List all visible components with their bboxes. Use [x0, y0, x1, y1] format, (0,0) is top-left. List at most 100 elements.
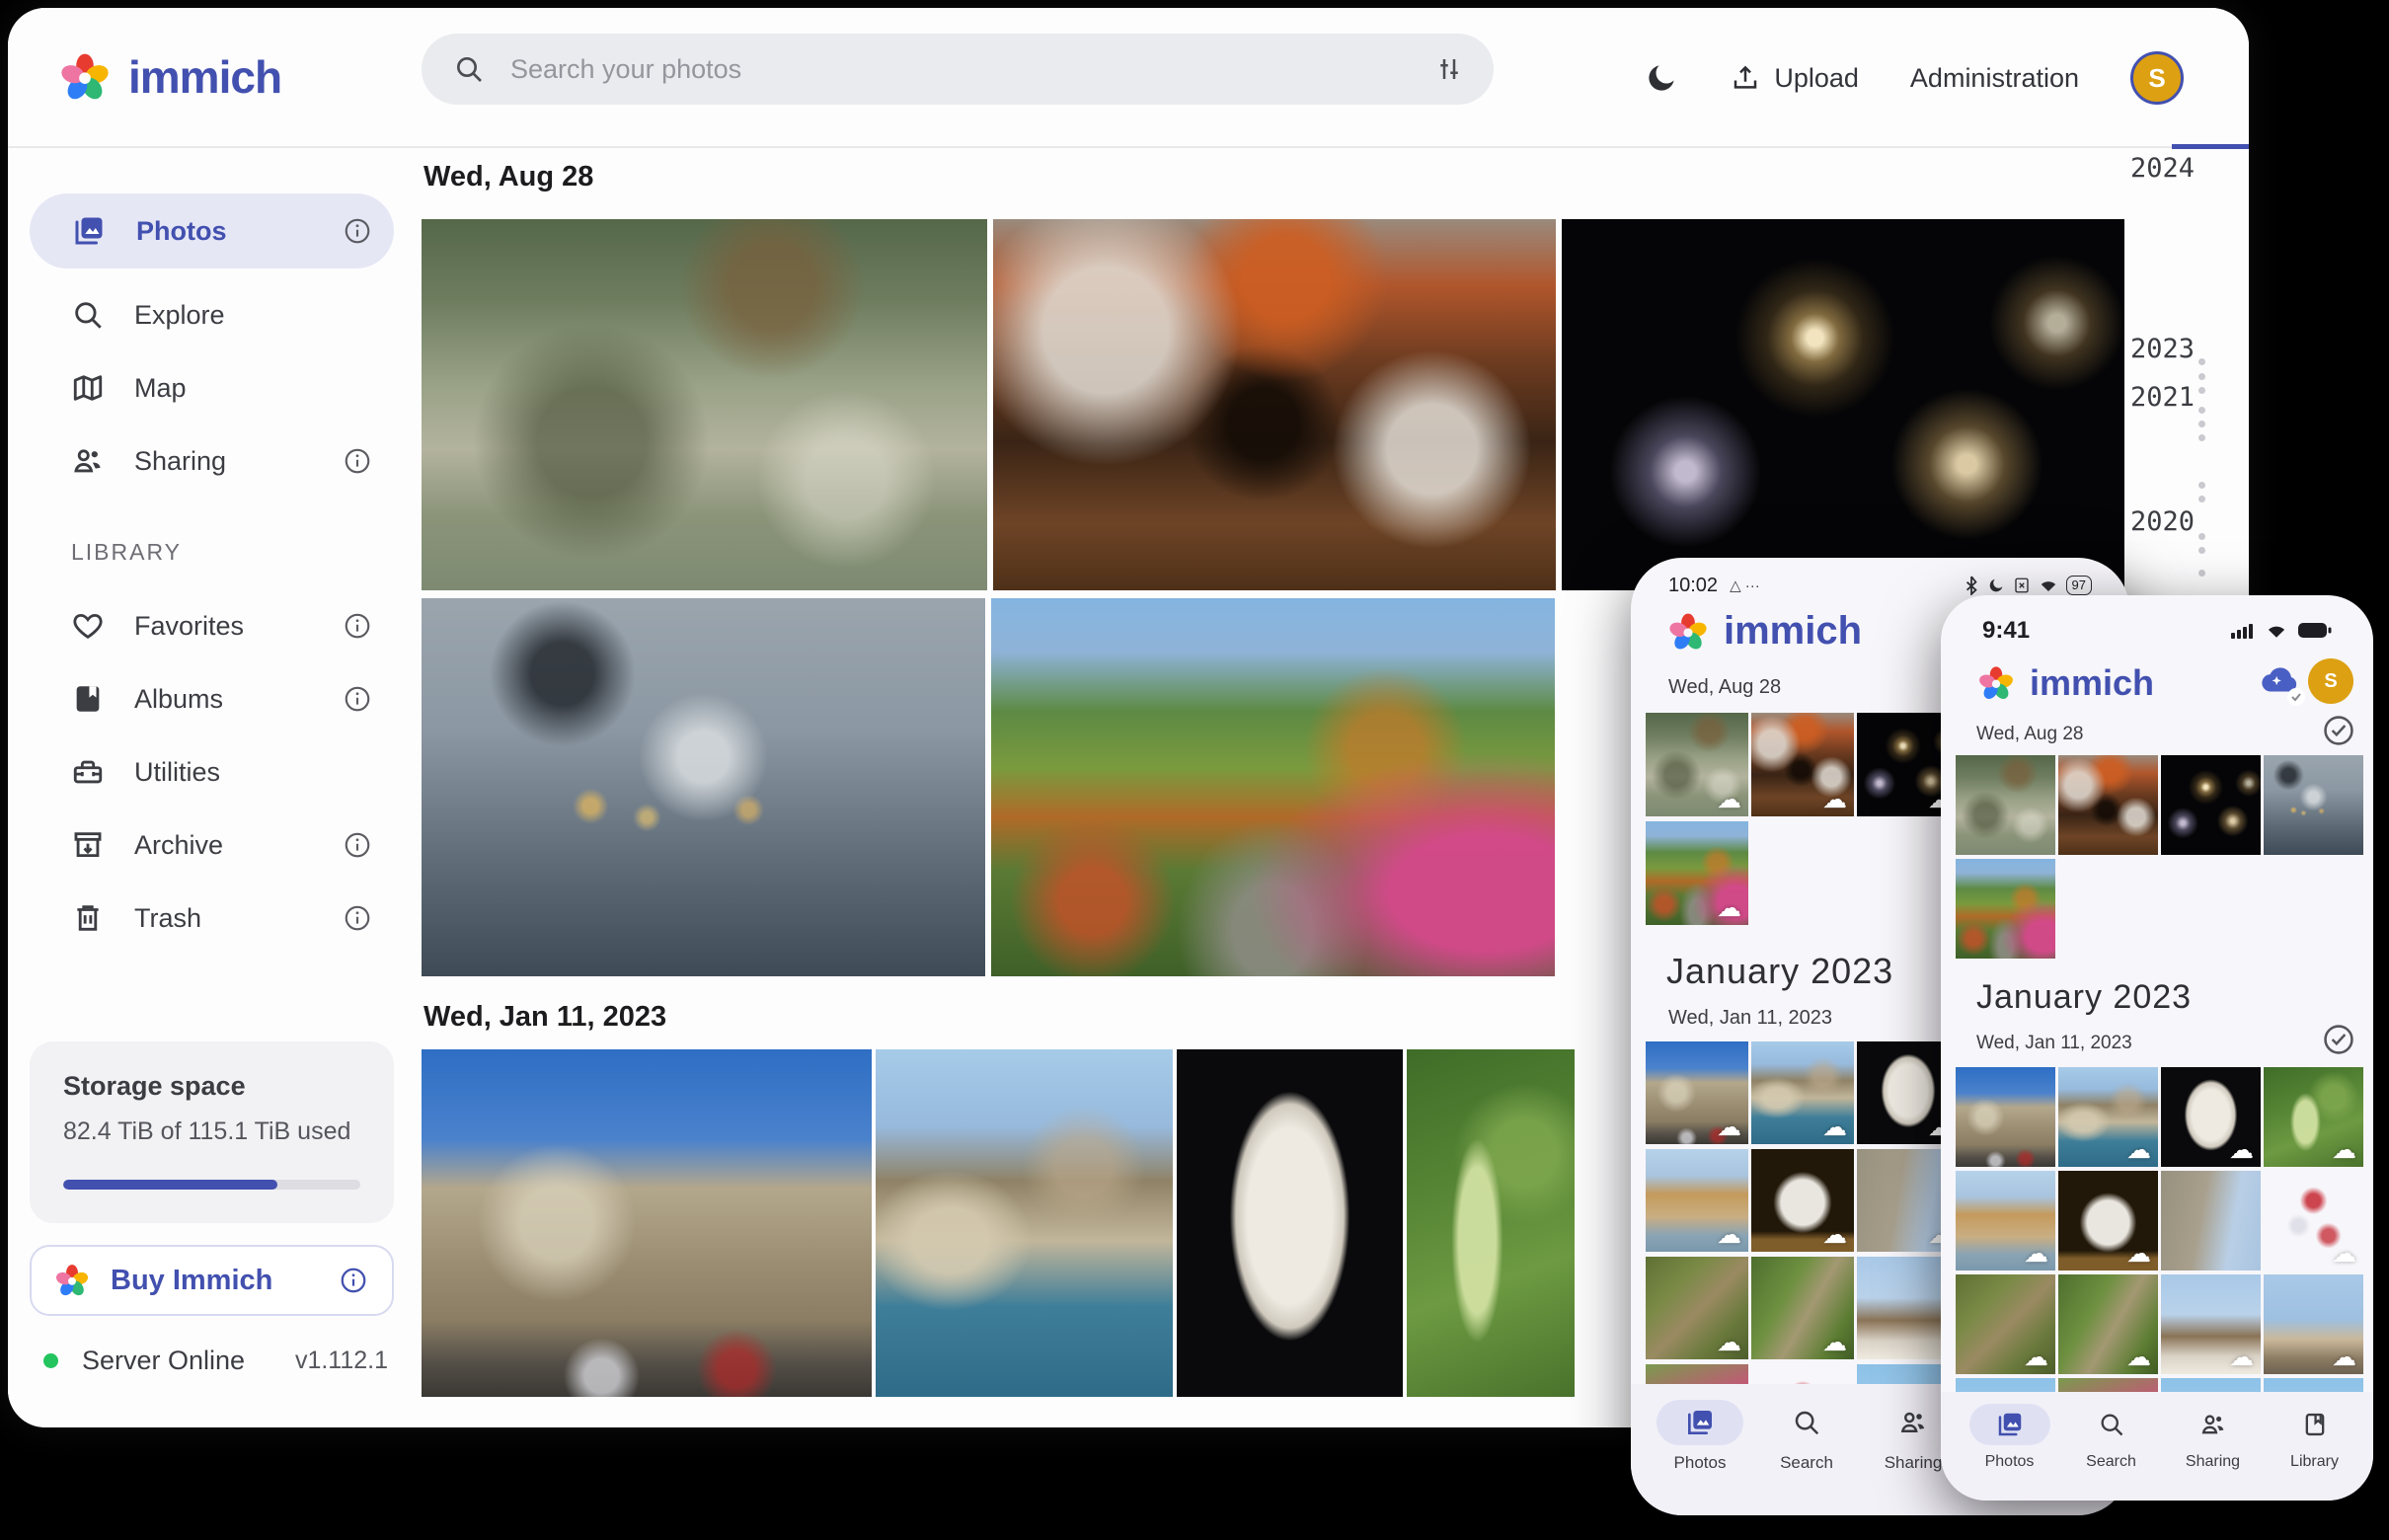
thumb-snowy-house[interactable]: ☁ — [2264, 1274, 2363, 1374]
thumb-holding-hands[interactable] — [2264, 755, 2363, 855]
sharing-people-icon — [71, 444, 105, 478]
nav-photos[interactable]: Photos — [1647, 1384, 1753, 1515]
nav-library[interactable]: Library — [2264, 1392, 2365, 1501]
timeline-dot — [2198, 421, 2205, 427]
info-icon[interactable] — [343, 216, 372, 246]
logo-wordmark: immich — [128, 50, 281, 104]
timeline-year[interactable]: 2024 — [2125, 153, 2195, 184]
thumb-marble-bust[interactable]: ☁ — [2161, 1067, 2261, 1167]
immich-mobile-logo: immich — [1976, 662, 2154, 704]
immich-flower-icon — [53, 1262, 91, 1299]
photo-fireworks[interactable] — [1562, 219, 2124, 590]
timeline-year[interactable]: 2021 — [2125, 382, 2195, 413]
archive-icon — [71, 828, 105, 862]
nav-search[interactable]: Search — [2060, 1392, 2162, 1501]
storage-space-card: Storage space 82.4 TiB of 115.1 TiB used — [30, 1041, 394, 1223]
sidebar-item-archive[interactable]: Archive — [30, 808, 394, 882]
thumb-green-berries[interactable]: ☁ — [2264, 1067, 2363, 1167]
thumb-fireworks[interactable] — [2161, 755, 2261, 855]
thumb-dinner-table[interactable]: ☁ — [1751, 713, 1854, 816]
photo-coastal-town[interactable] — [876, 1049, 1173, 1397]
status-time: 9:41 — [1982, 617, 2030, 645]
library-icon — [2301, 1411, 2329, 1438]
info-icon[interactable] — [343, 446, 372, 476]
nav-search[interactable]: Search — [1753, 1384, 1860, 1515]
photo-fortress-walls[interactable] — [422, 1049, 872, 1397]
thumb-fortress-walls[interactable]: ☁ — [1646, 1041, 1748, 1144]
thumb-monkeys-zoo[interactable] — [1956, 755, 2055, 855]
cloud-backup-icon: ☁ — [1717, 1331, 1741, 1355]
thumb-lizard[interactable]: ☁ — [1646, 1257, 1748, 1359]
search-input[interactable]: Search your photos — [422, 34, 1494, 105]
thumb-lizard-moss[interactable]: ☁ — [2058, 1274, 2158, 1374]
photo-marble-bust[interactable] — [1177, 1049, 1403, 1397]
dark-mode-moon-icon[interactable] — [1644, 60, 1679, 96]
immich-flower-icon — [1666, 610, 1710, 654]
info-icon[interactable] — [343, 830, 372, 860]
info-icon[interactable] — [343, 903, 372, 933]
thumb-white-sculpture[interactable]: ☁ — [1751, 1149, 1854, 1252]
photo-green-berries[interactable] — [1407, 1049, 1575, 1397]
cloud-backup-icon: ☁ — [2024, 1346, 2048, 1370]
photo-dinner-table[interactable] — [993, 219, 1556, 590]
thumb-coastal-town[interactable]: ☁ — [1751, 1041, 1854, 1144]
thumb-dinner-table[interactable] — [2058, 755, 2158, 855]
photo-monkeys-zoo[interactable] — [422, 219, 987, 590]
cloud-backup-icon: ☁ — [1717, 788, 1741, 812]
thumb-autumn-path[interactable]: ☁ — [1646, 821, 1748, 925]
bluetooth-icon — [1964, 576, 1979, 595]
photos-icon — [71, 213, 107, 249]
thumb-lizard-moss[interactable]: ☁ — [1751, 1257, 1854, 1359]
thumb-white-sculpture[interactable]: ☁ — [2058, 1171, 2158, 1270]
sidebar-item-label: Sharing — [134, 446, 343, 477]
sidebar-item-photos[interactable]: Photos — [30, 193, 394, 269]
sidebar: Photos Explore Map Sharing LIBRARY Favor… — [8, 148, 418, 1427]
info-icon[interactable] — [343, 611, 372, 641]
cloud-backup-icon: ☁ — [1822, 1331, 1847, 1355]
thumb-decorated-tree[interactable]: ☁ — [2264, 1171, 2363, 1270]
photo-autumn-path[interactable] — [991, 598, 1555, 976]
timeline-year[interactable]: 2023 — [2125, 334, 2195, 364]
upload-button[interactable]: Upload — [1731, 63, 1859, 94]
sidebar-item-sharing[interactable]: Sharing — [30, 424, 394, 498]
info-icon[interactable] — [343, 684, 372, 714]
logo-wordmark: immich — [2030, 662, 2154, 704]
buy-immich-button[interactable]: Buy Immich — [30, 1245, 394, 1316]
sidebar-item-map[interactable]: Map — [30, 351, 394, 424]
thumb-autumn-path[interactable] — [1956, 859, 2055, 959]
cloud-sync-icon[interactable] — [2255, 662, 2300, 703]
administration-link[interactable]: Administration — [1910, 63, 2079, 94]
storage-usage-text: 82.4 TiB of 115.1 TiB used — [63, 1117, 360, 1146]
thumb-snowy-church[interactable]: ☁ — [2161, 1274, 2261, 1374]
thumb-monkeys-zoo[interactable]: ☁ — [1646, 713, 1748, 816]
select-group-check-icon[interactable] — [2322, 1023, 2355, 1056]
nav-sharing[interactable]: Sharing — [2162, 1392, 2264, 1501]
thumb-coastal-town[interactable]: ☁ — [2058, 1067, 2158, 1167]
cloud-backup-icon: ☁ — [1822, 788, 1847, 812]
thumb-fortress-walls[interactable] — [1956, 1067, 2055, 1167]
immich-logo[interactable]: immich — [57, 49, 281, 105]
photo-grid-aug — [1956, 755, 2363, 959]
user-avatar[interactable]: S — [2308, 658, 2353, 704]
select-group-check-icon[interactable] — [2322, 714, 2355, 747]
timeline-dot — [2198, 570, 2205, 577]
thumb-beach-cliff[interactable]: ☁ — [1956, 1171, 2055, 1270]
sidebar-item-explore[interactable]: Explore — [30, 278, 394, 351]
user-avatar[interactable]: S — [2130, 51, 2184, 105]
timeline-scrubber-indicator[interactable] — [2172, 144, 2249, 149]
thumb-beach-cliff[interactable]: ☁ — [1646, 1149, 1748, 1252]
sidebar-item-utilities[interactable]: Utilities — [30, 735, 394, 808]
search-filter-icon[interactable] — [1434, 54, 1464, 84]
night-mode-icon — [1987, 577, 2005, 594]
thumb-lizard[interactable]: ☁ — [1956, 1274, 2055, 1374]
sidebar-item-albums[interactable]: Albums — [30, 662, 394, 735]
sidebar-item-trash[interactable]: Trash — [30, 882, 394, 955]
timeline-year[interactable]: 2020 — [2125, 506, 2195, 537]
sidebar-item-favorites[interactable]: Favorites — [30, 589, 394, 662]
nav-photos[interactable]: Photos — [1959, 1392, 2060, 1501]
photo-holding-hands[interactable] — [422, 598, 985, 976]
search-icon — [453, 53, 485, 85]
info-icon[interactable] — [339, 1266, 368, 1295]
thumb-castle-ruins[interactable] — [2161, 1171, 2261, 1270]
heart-icon — [71, 609, 105, 643]
